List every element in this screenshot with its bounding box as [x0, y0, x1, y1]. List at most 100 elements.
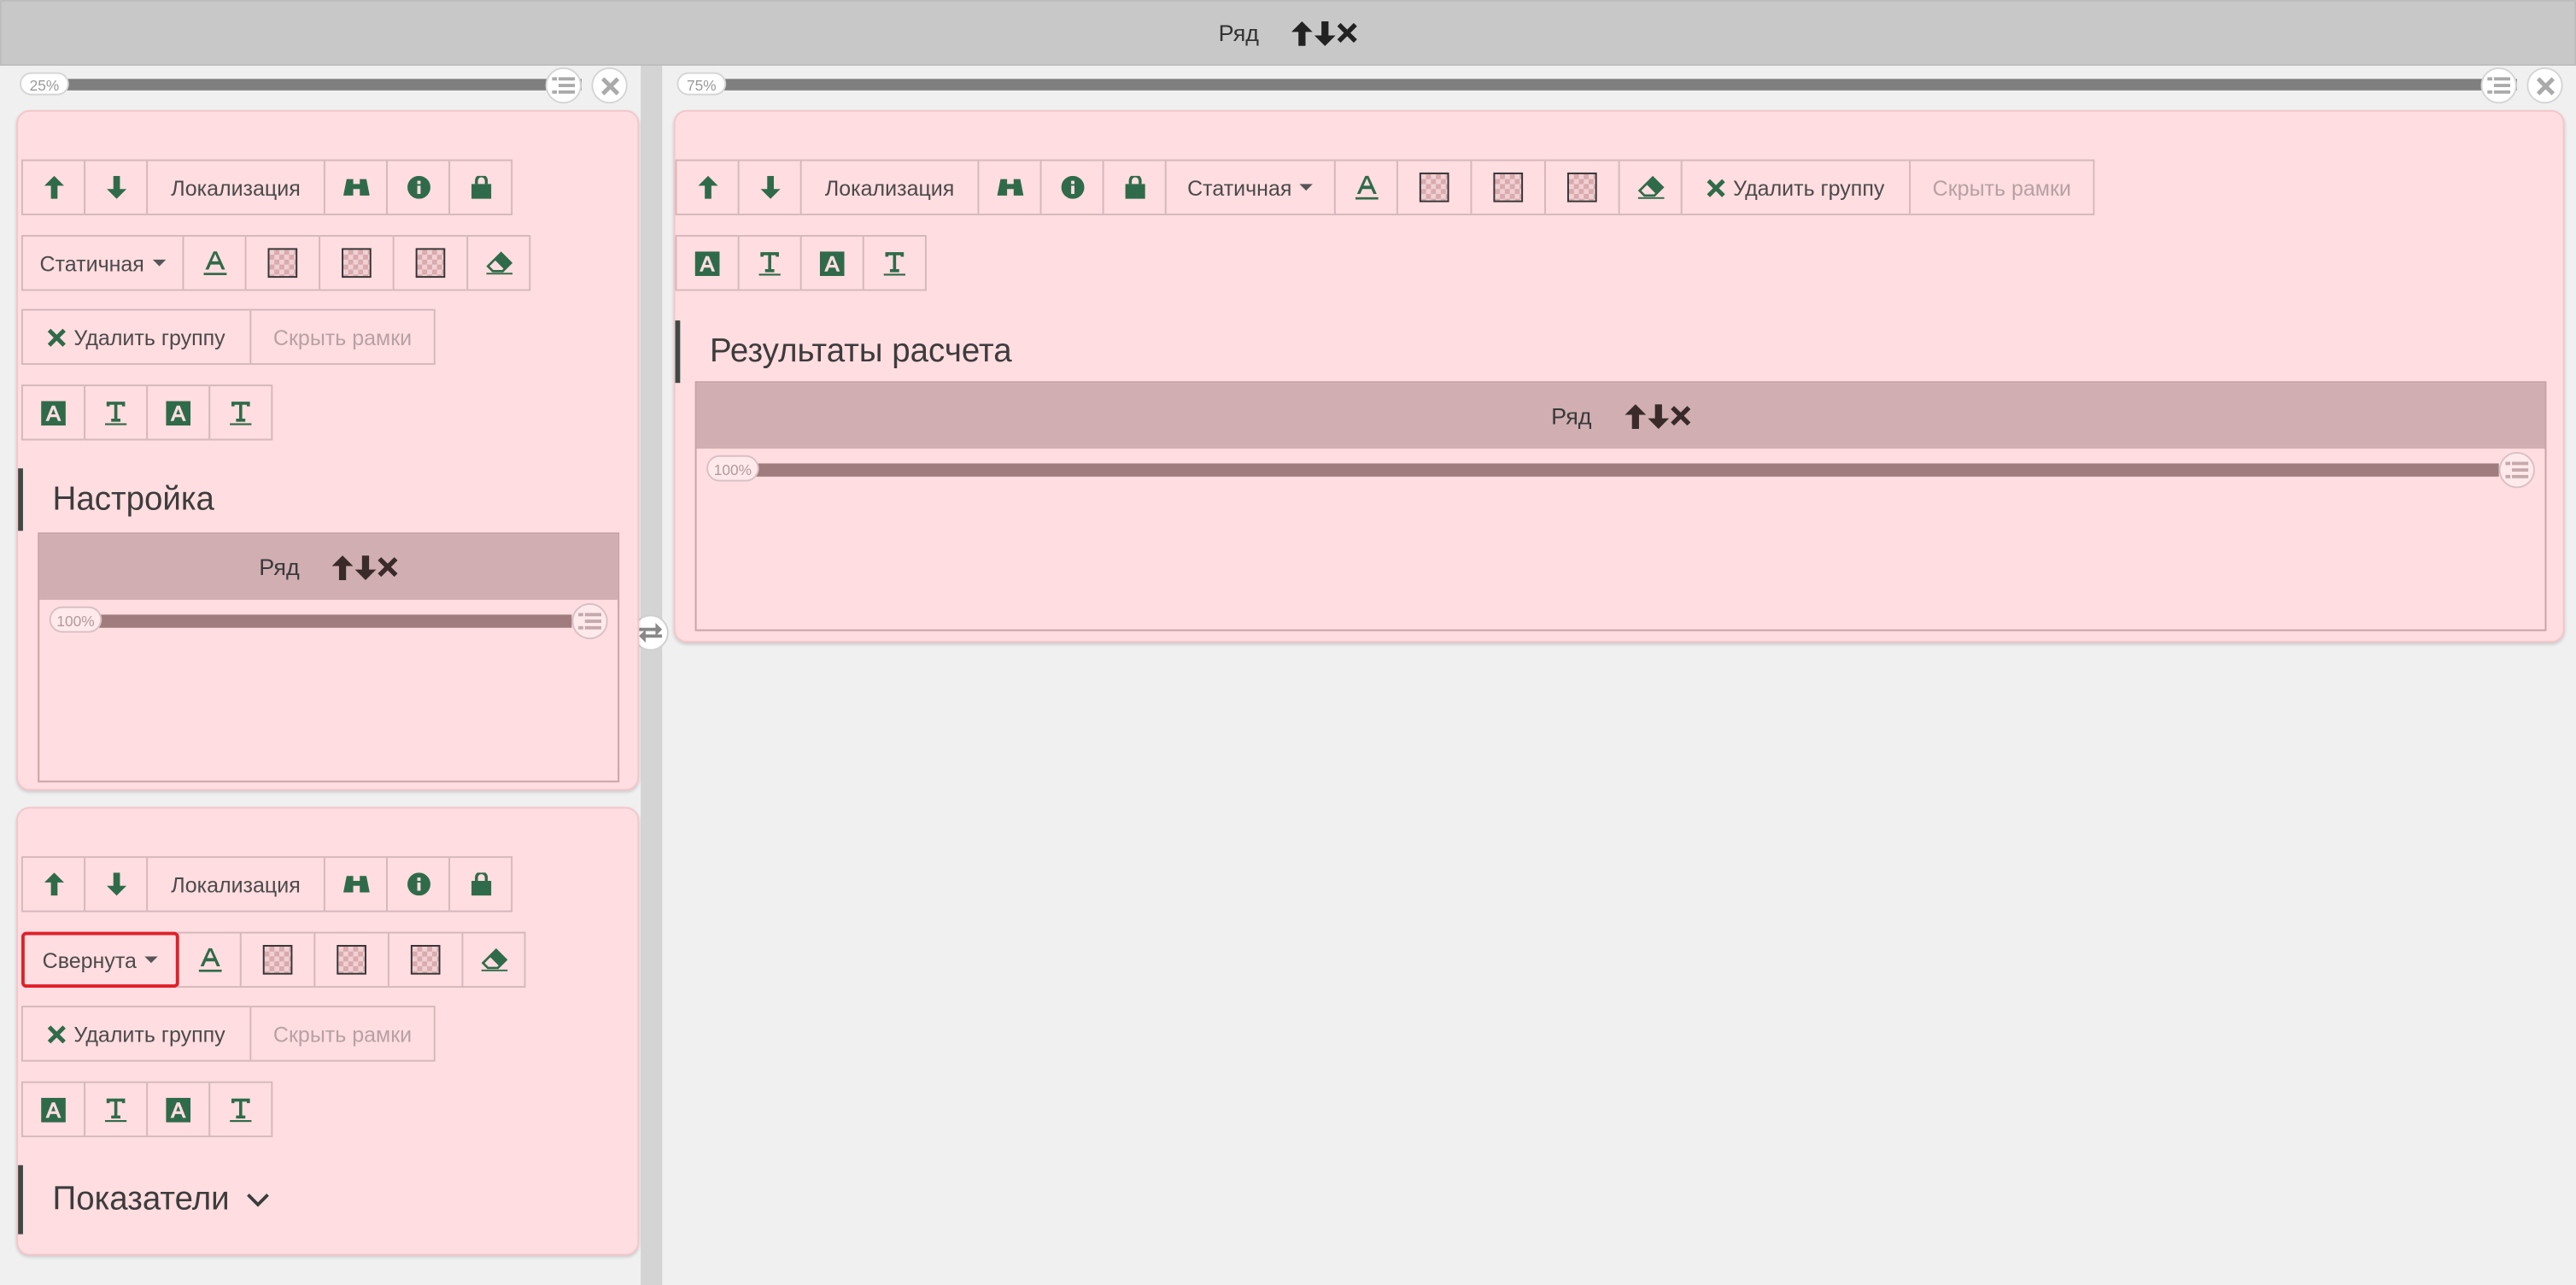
background-pattern-button[interactable]: [1396, 159, 1472, 215]
move-up-icon[interactable]: [1291, 21, 1313, 45]
text-style-button[interactable]: [84, 1081, 149, 1138]
pattern-icon: [415, 248, 446, 279]
eraser-icon: [485, 251, 512, 274]
lock-button[interactable]: [448, 856, 513, 912]
text-bg-button[interactable]: [21, 1081, 86, 1138]
width-track[interactable]: [95, 614, 572, 628]
hide-frames-button[interactable]: Скрыть рамки: [249, 308, 436, 366]
lock-button[interactable]: [448, 159, 513, 215]
clear-style-button[interactable]: [466, 235, 531, 291]
delete-row-icon[interactable]: [1671, 406, 1690, 425]
localization-button[interactable]: Локализация: [146, 856, 325, 912]
move-up-button[interactable]: [21, 159, 86, 215]
width-percent-label: 100%: [706, 455, 759, 482]
text-style-button[interactable]: [84, 384, 149, 441]
title-bg-button[interactable]: [146, 384, 211, 441]
move-down-button[interactable]: [84, 159, 149, 215]
inner-row-bar: Ряд: [39, 534, 618, 601]
header-pattern-button[interactable]: [392, 235, 469, 291]
width-track[interactable]: [62, 79, 582, 91]
column-menu-icon[interactable]: [2480, 67, 2517, 104]
header-pattern-button[interactable]: [1544, 159, 1620, 215]
width-percent-label: 25%: [20, 72, 69, 96]
binoculars-icon: [342, 176, 369, 199]
title-style-button[interactable]: [862, 235, 927, 291]
move-down-icon[interactable]: [1648, 403, 1669, 428]
column-close-icon[interactable]: [2526, 67, 2563, 104]
title-bg-button[interactable]: [146, 1081, 211, 1138]
delete-row-icon[interactable]: [378, 557, 398, 577]
mode-dropdown[interactable]: Свернута: [21, 931, 179, 989]
clear-style-button[interactable]: [1618, 159, 1683, 215]
move-up-icon[interactable]: [1625, 403, 1646, 428]
delete-group-button[interactable]: Удалить группу: [21, 308, 252, 366]
move-up-icon[interactable]: [332, 554, 354, 579]
panel-toolbar-2: [675, 235, 927, 291]
group-panel-settings: Локализация Статичная Удалить группу Скр…: [16, 109, 640, 791]
text-bg-button[interactable]: [675, 235, 740, 291]
pattern-icon: [1567, 172, 1597, 202]
background-pattern-button[interactable]: [244, 235, 321, 291]
font-color-button[interactable]: [182, 235, 247, 291]
text-style-button[interactable]: [737, 235, 802, 291]
column-menu-icon[interactable]: [545, 67, 582, 104]
font-color-icon: [1355, 174, 1378, 201]
column-close-icon[interactable]: [591, 67, 628, 104]
move-down-button[interactable]: [84, 856, 149, 912]
move-up-button[interactable]: [675, 159, 740, 215]
delete-icon: [48, 328, 66, 346]
border-pattern-button[interactable]: [313, 931, 389, 989]
group-heading[interactable]: Показатели: [18, 1165, 269, 1235]
left-column-width-slider[interactable]: 25%: [20, 67, 631, 104]
delete-row-icon[interactable]: [1338, 23, 1357, 43]
move-down-button[interactable]: [737, 159, 802, 215]
clear-style-button[interactable]: [461, 931, 526, 989]
move-up-button[interactable]: [21, 856, 86, 912]
column-menu-icon[interactable]: [2498, 451, 2535, 489]
group-heading-text: Результаты расчета: [709, 333, 1012, 370]
background-pattern-button[interactable]: [239, 931, 316, 989]
inner-row: Ряд 100%: [38, 532, 620, 783]
column-menu-icon[interactable]: [571, 602, 608, 640]
move-down-icon[interactable]: [355, 554, 377, 579]
width-track[interactable]: [719, 79, 2517, 91]
title-bg-button[interactable]: [799, 235, 864, 291]
text-bg-button[interactable]: [21, 384, 86, 441]
lock-button[interactable]: [1102, 159, 1167, 215]
mode-dropdown[interactable]: Статичная: [21, 235, 184, 291]
header-pattern-button[interactable]: [387, 931, 464, 989]
pattern-icon: [1493, 172, 1524, 202]
binoculars-button[interactable]: [977, 159, 1042, 215]
font-color-button[interactable]: [177, 931, 242, 989]
title-style-button[interactable]: [208, 1081, 273, 1138]
localization-button[interactable]: Локализация: [799, 159, 980, 215]
right-column-width-slider[interactable]: 75%: [676, 67, 2566, 104]
delete-group-button[interactable]: Удалить группу: [21, 1006, 252, 1062]
border-pattern-button[interactable]: [319, 235, 395, 291]
inner-width-slider[interactable]: 100%: [49, 602, 608, 640]
move-down-icon[interactable]: [1314, 21, 1336, 45]
width-track[interactable]: [752, 463, 2499, 477]
group-heading-text: Показатели: [52, 1181, 230, 1218]
chevron-down-icon[interactable]: [246, 1192, 269, 1208]
hide-frames-button[interactable]: Скрыть рамки: [1909, 159, 2095, 215]
hide-frames-button[interactable]: Скрыть рамки: [249, 1006, 436, 1062]
border-pattern-button[interactable]: [1470, 159, 1547, 215]
panel-toolbar: Локализация Статичная Удалить группу Скр…: [675, 159, 2095, 215]
font-color-button[interactable]: [1333, 159, 1398, 215]
localization-button[interactable]: Локализация: [146, 159, 325, 215]
binoculars-button[interactable]: [323, 159, 388, 215]
column-separator[interactable]: [641, 65, 661, 1285]
inner-width-slider[interactable]: 100%: [706, 451, 2535, 489]
info-button[interactable]: [386, 159, 451, 215]
delete-group-button[interactable]: Удалить группу: [1680, 159, 1912, 215]
title-style-button[interactable]: [208, 384, 273, 441]
bag-icon: [469, 176, 492, 199]
info-button[interactable]: [1039, 159, 1104, 215]
pattern-icon: [262, 945, 293, 975]
panel-toolbar: Локализация: [21, 856, 513, 912]
inner-row-bar: Ряд: [696, 383, 2545, 449]
mode-dropdown[interactable]: Статичная: [1164, 159, 1336, 215]
binoculars-button[interactable]: [323, 856, 388, 912]
info-button[interactable]: [386, 856, 451, 912]
